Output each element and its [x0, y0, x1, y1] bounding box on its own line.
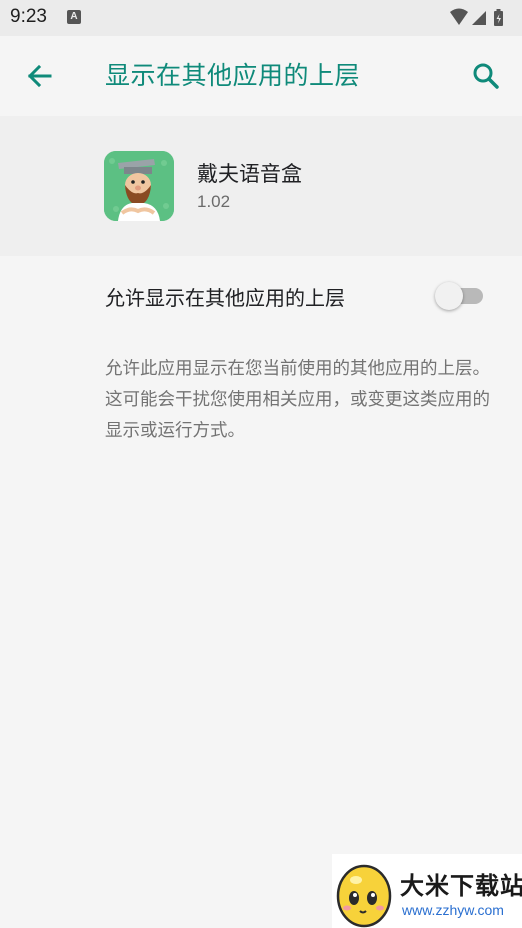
battery-charging-icon	[494, 9, 503, 26]
toolbar: 显示在其他应用的上层	[0, 36, 522, 116]
page-title: 显示在其他应用的上层	[105, 61, 361, 90]
watermark: 大米下载站 www.zzhyw.com	[332, 854, 522, 928]
arrow-back-icon	[27, 64, 52, 88]
status-time: 9:23	[10, 6, 47, 27]
app-icon	[104, 151, 174, 221]
app-name: 戴夫语音盒	[197, 162, 302, 186]
signal-icon	[472, 11, 486, 25]
permission-toggle-row[interactable]: 允许显示在其他应用的上层	[0, 256, 522, 334]
app-header: 戴夫语音盒 1.02	[0, 116, 522, 256]
permission-switch[interactable]	[435, 280, 485, 310]
permission-toggle-label: 允许显示在其他应用的上层	[105, 286, 345, 310]
font-download-icon: A	[67, 10, 81, 24]
watermark-title: 大米下载站	[400, 872, 522, 900]
app-version: 1.02	[197, 192, 231, 211]
switch-thumb	[435, 282, 463, 310]
status-bar: 9:23 A	[0, 0, 522, 36]
back-button[interactable]	[22, 58, 58, 94]
watermark-logo	[332, 856, 396, 928]
status-icons	[450, 8, 510, 28]
search-icon	[473, 63, 499, 89]
permission-description: 允许此应用显示在您当前使用的其他应用的上层。这可能会干扰您使用相关应用，或变更这…	[105, 359, 490, 441]
wifi-icon	[450, 8, 468, 25]
search-button[interactable]	[468, 58, 504, 94]
watermark-url: www.zzhyw.com	[402, 902, 504, 918]
